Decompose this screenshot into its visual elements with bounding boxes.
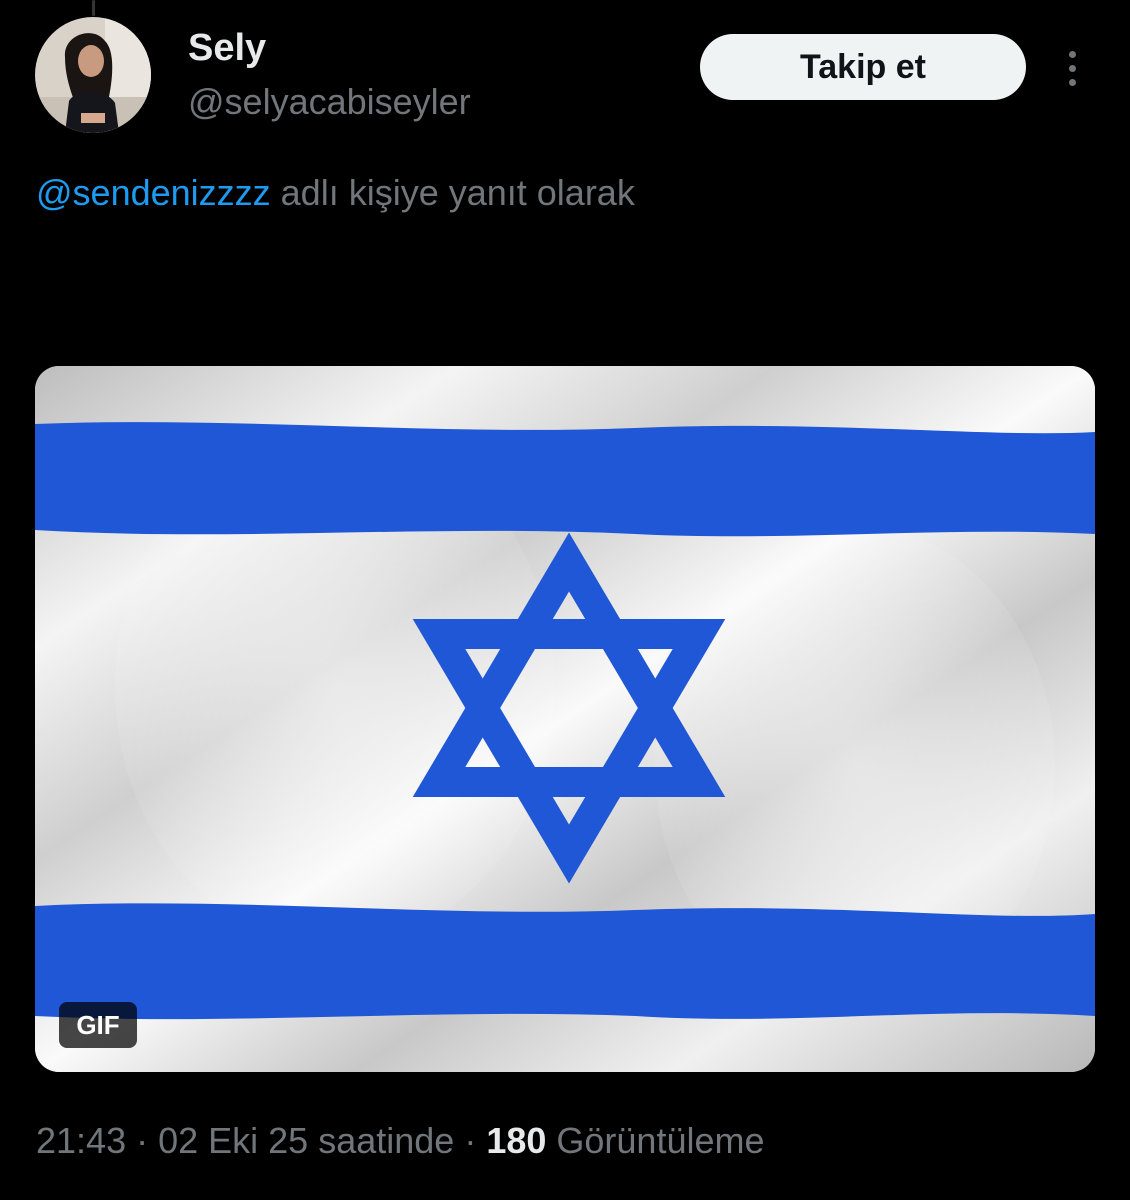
avatar-image [35, 17, 151, 133]
tweet-time[interactable]: 21:43 [36, 1120, 126, 1161]
reply-context-text: adlı kişiye yanıt olarak [270, 172, 635, 213]
gif-badge: GIF [59, 1002, 137, 1048]
views-count[interactable]: 180 [486, 1120, 546, 1161]
reply-context: @sendenizzzz adlı kişiye yanıt olarak [36, 168, 635, 218]
dot [1068, 50, 1076, 58]
views-label: Görüntüleme [546, 1120, 765, 1161]
avatar[interactable] [35, 17, 151, 133]
bottom-stripe [35, 903, 1095, 1020]
author-handle[interactable]: @selyacabiseyler [188, 80, 471, 124]
meta-separator: · [126, 1120, 159, 1161]
follow-button[interactable]: Takip et [700, 34, 1026, 100]
author-display-name[interactable]: Sely [188, 26, 266, 70]
dot [1068, 78, 1076, 86]
tweet-media-gif[interactable]: GIF [35, 366, 1095, 1072]
meta-separator: · [454, 1120, 487, 1161]
flag-image [35, 366, 1095, 1072]
tweet-meta: 21:43 · 02 Eki 25 saatinde · 180 Görüntü… [36, 1116, 765, 1166]
reply-mention-link[interactable]: @sendenizzzz [36, 172, 271, 213]
tweet-date[interactable]: 02 Eki 25 saatinde [158, 1120, 454, 1161]
dot [1068, 64, 1076, 72]
more-options-icon[interactable] [1056, 44, 1088, 92]
thread-connector-line [92, 0, 95, 16]
top-stripe [35, 422, 1095, 537]
